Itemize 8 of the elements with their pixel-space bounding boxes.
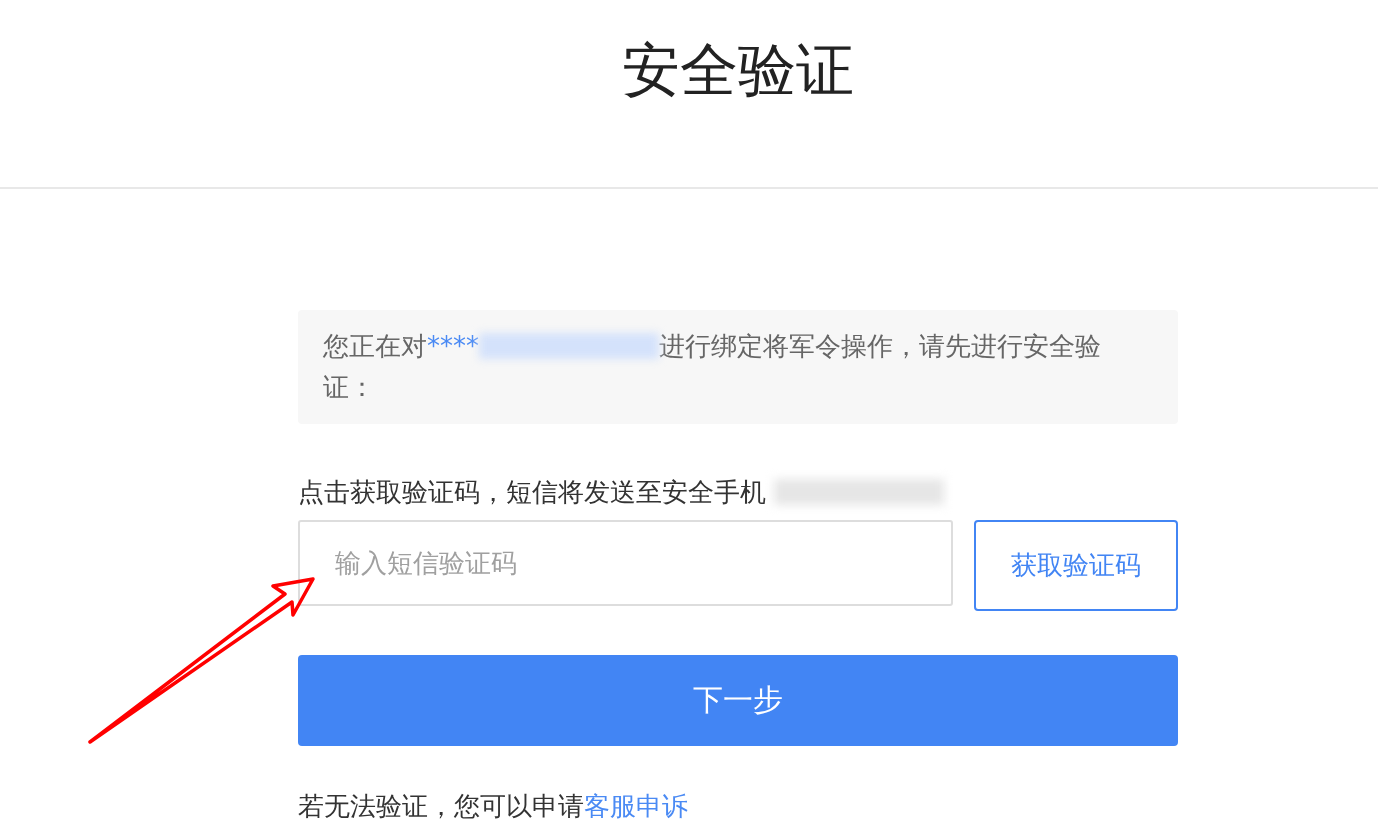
code-input-field[interactable]: 输入短信验证码 (298, 520, 953, 606)
get-code-button[interactable]: 获取验证码 (974, 520, 1178, 611)
appeal-link[interactable]: 客服申诉 (584, 791, 688, 821)
footer-text: 若无法验证，您可以申请客服申诉 (298, 790, 689, 823)
notice-text: 您正在对**** 进行绑定将军令操作，请先进行安全验证： (323, 330, 1102, 404)
sms-hint-text: 点击获取验证码，短信将发送至安全手机 (298, 472, 1178, 512)
page-title: 安全验证 (621, 35, 855, 106)
next-step-button[interactable]: 下一步 (298, 655, 1178, 746)
